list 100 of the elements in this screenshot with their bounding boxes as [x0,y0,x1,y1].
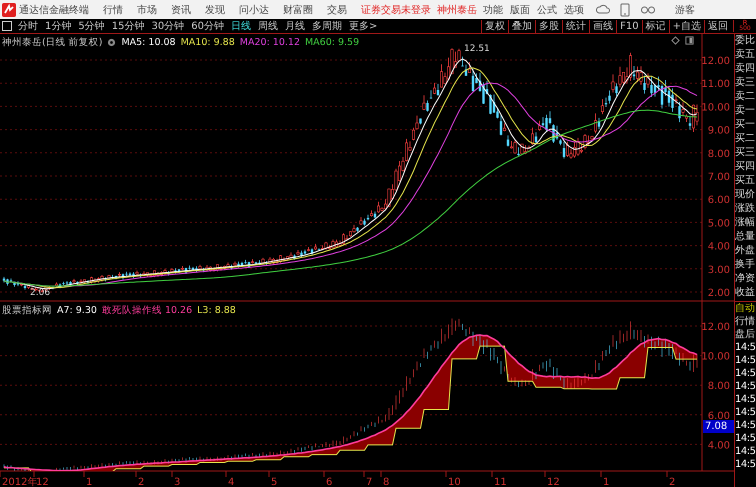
indicator-axis-label: 6.00 [708,410,730,422]
time-axis-label: 5 [271,477,278,487]
trade-time: 14:5 [735,406,756,419]
quote-field-label: 收益 [735,286,756,300]
quote-mode-tab[interactable]: 盘后 [735,328,756,341]
phone-icon[interactable] [620,2,630,16]
period-tab[interactable]: 1分钟 [45,19,72,33]
time-axis-label: 7 [366,477,372,487]
glasses-icon[interactable] [640,4,656,14]
quote-field-label: 外盘 [735,244,756,258]
menu-item[interactable]: 交易 [327,2,347,16]
current-price-tag: 7.08 [703,420,734,433]
toolbar-button[interactable]: 画线 [589,20,616,32]
high-price-label: 12.51 [464,44,490,54]
time-axis-label: 1 [86,477,92,487]
indicator-value: MA60: 9.59 [304,37,360,48]
quote-field-label: 现价 [735,188,756,202]
quote-field-label: 卖一 [735,104,756,118]
quote-field-label: 买五 [735,174,756,188]
diamond-icon[interactable] [671,36,680,45]
quote-field-label: 卖四 [735,62,756,76]
time-axis-label: 2012年 [2,477,38,487]
time-axis-label: 12 [547,477,560,487]
price-axis-label: 10.00 [701,102,730,114]
toolbar-button[interactable]: 叠加 [508,20,536,32]
trade-time: 14:5 [735,354,756,367]
trade-time: 14:5 [735,380,756,393]
quote-field-label: 委比 [735,34,756,48]
period-tab[interactable]: 日线 [230,19,251,33]
user-name[interactable]: 游客 [675,2,695,16]
time-axis-label: 4 [228,477,234,487]
quote-mode-tab[interactable]: 行情 [735,315,756,328]
menu-item[interactable]: 财富圈 [283,2,313,16]
time-axis-label: 10 [448,477,461,487]
time-axis-label: 1 [603,477,610,487]
tool-menu-item[interactable]: 功能 [483,2,503,16]
indicator-value: L3: 8.88 [197,305,236,316]
stock-link[interactable]: 神州泰岳 [437,2,477,16]
tool-menu-item[interactable]: 版面 [510,2,530,16]
indicator-axis-label: 12.00 [701,322,730,333]
trade-time: 14:5 [735,341,756,354]
low-price-label: 2.06 [30,288,50,298]
price-axis-label: 9.00 [708,126,730,137]
price-axis-label: 4.00 [708,242,730,253]
toolbar-button[interactable]: 复权 [481,20,508,32]
period-tab[interactable]: 周线 [258,19,278,33]
menu-item[interactable]: 资讯 [171,2,191,16]
more-menu[interactable]: 更多> [348,19,378,33]
indicator-axis-label: 8.00 [708,381,730,392]
tool-menu-item[interactable]: 选项 [564,2,584,16]
trade-time: 14:5 [735,432,756,445]
toolbar-button[interactable]: +自选 [668,20,704,32]
toolbar-button[interactable]: 标记 [642,20,669,32]
quote-field-label: 卖三 [735,76,756,90]
toolbar-button[interactable]: 返回 [704,20,731,32]
panel-toggle-icon[interactable] [2,21,12,31]
period-tab[interactable]: 60分钟 [191,19,224,33]
indicator-value: MA10: 9.88 [180,37,235,48]
price-axis-label: 2.00 [708,288,730,299]
trade-time: 14:5 [735,445,756,458]
period-tab[interactable]: 月线 [284,19,305,33]
login-status-link[interactable]: 证券交易未登录 [361,2,431,16]
indicator-value: MA20: 10.12 [240,37,300,48]
cloud-icon[interactable] [596,4,610,16]
quote-mode-tab[interactable]: 自动 [735,302,756,315]
settings-icon[interactable] [107,38,116,47]
trade-time: 14:5 [735,367,756,380]
toolbar-button[interactable]: 统计 [562,20,590,32]
indicator-value: MA5: 10.08 [121,37,176,48]
period-tab[interactable]: 5分钟 [78,19,105,33]
time-axis-label: 3 [174,477,180,487]
indicator-axis-label: 4.00 [708,440,730,452]
time-axis-label: 8 [383,477,390,487]
quote-field-label: 买四 [735,160,756,174]
period-tab[interactable]: 30分钟 [151,19,184,33]
toolbar-button[interactable]: F10 [616,20,642,32]
period-tab[interactable]: 多周期 [312,19,342,33]
panel-icon[interactable] [685,36,694,45]
menu-item[interactable]: 发现 [205,2,225,16]
price-axis-label: 8.00 [708,148,730,160]
quote-field-label: 涨跌 [735,202,756,216]
price-axis-label: 5.00 [708,218,730,230]
price-axis-label: 7.00 [708,172,730,183]
quote-field-label: 卖五 [735,48,756,62]
period-tab[interactable]: 分时 [18,19,38,33]
period-tab[interactable]: 15分钟 [112,19,144,33]
price-axis-label: 6.00 [708,195,730,206]
price-axis-label: 12.00 [701,56,730,67]
logo-icon [2,2,16,16]
toolbar-button[interactable]: 多股 [535,20,562,32]
tool-menu-item[interactable]: 公式 [537,2,557,16]
trade-time: 14:5 [735,458,756,471]
price-axis-label: 11.00 [701,79,730,90]
menu-item[interactable]: 市场 [137,2,157,16]
menu-item[interactable]: 问小达 [239,2,269,16]
time-axis-label: 2 [138,477,144,487]
time-axis-label: 6 [326,477,332,487]
trade-time: 14:5 [735,419,756,432]
menu-item[interactable]: 行情 [103,2,123,16]
quote-field-label: 卖二 [735,90,756,104]
